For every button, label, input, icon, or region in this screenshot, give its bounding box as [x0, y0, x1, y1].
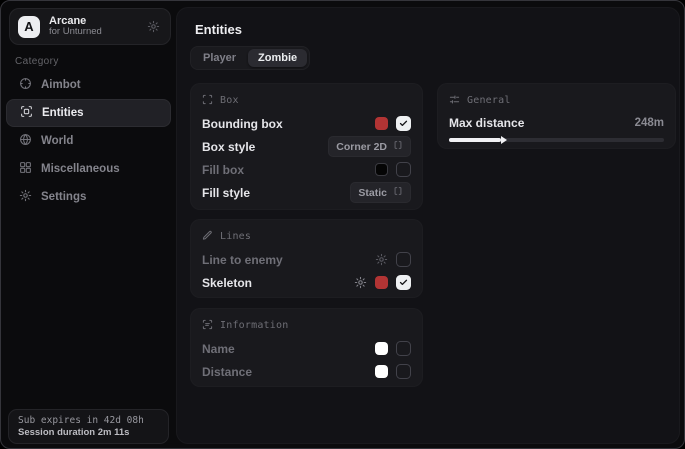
box-panel: Box Bounding box Box style Corner 2D: [190, 83, 423, 210]
checkbox-unchecked[interactable]: [396, 162, 411, 177]
sidebar-item-aimbot[interactable]: Aimbot: [6, 71, 171, 99]
panel-title: Information: [220, 320, 288, 331]
sidebar-nav: Aimbot Entities World Miscellaneous Sett…: [6, 71, 171, 211]
box-panel-header: Box: [202, 92, 411, 109]
information-panel-header: Information: [202, 317, 411, 334]
pen-icon: [202, 230, 213, 244]
setting-label: Distance: [202, 365, 252, 379]
tab-player[interactable]: Player: [193, 49, 246, 67]
selector-icon: [393, 186, 403, 199]
scan-box-icon: [20, 105, 33, 121]
slider-fill: [449, 138, 501, 142]
crosshair-icon: [19, 77, 32, 93]
brand-card: A Arcane for Unturned: [9, 8, 171, 45]
gear-icon: [19, 189, 32, 205]
subscription-card: Sub expires in 42d 08h Session duration …: [8, 409, 169, 444]
setting-label: Max distance: [449, 116, 524, 130]
category-label: Category: [15, 56, 59, 67]
checkbox-checked[interactable]: [396, 116, 411, 131]
sidebar-item-world[interactable]: World: [6, 127, 171, 155]
color-swatch[interactable]: [375, 163, 388, 176]
sidebar-item-label: World: [41, 135, 73, 147]
check-icon: [399, 119, 408, 128]
lines-panel-header: Lines: [202, 228, 411, 245]
scan-text-icon: [202, 319, 213, 333]
sidebar-item-label: Aimbot: [41, 79, 81, 91]
main-content: Entities Player Zombie Box Bounding box …: [176, 7, 680, 444]
setting-row-line-to-enemy: Line to enemy: [202, 248, 411, 271]
box-style-dropdown[interactable]: Corner 2D: [328, 136, 411, 157]
app-logo: A: [18, 16, 40, 38]
gear-icon[interactable]: [354, 276, 367, 289]
checkbox-unchecked[interactable]: [396, 252, 411, 267]
setting-label: Bounding box: [202, 117, 283, 131]
session-duration-text: Session duration 2m 11s: [18, 427, 159, 438]
setting-row-skeleton: Skeleton: [202, 271, 411, 294]
panel-title: Box: [220, 95, 239, 106]
setting-row-box-style: Box style Corner 2D: [202, 135, 411, 158]
checkbox-unchecked[interactable]: [396, 364, 411, 379]
setting-row-fill-style: Fill style Static: [202, 181, 411, 204]
setting-row-distance: Distance: [202, 360, 411, 383]
fill-style-dropdown[interactable]: Static: [350, 182, 411, 203]
sidebar-item-label: Settings: [41, 191, 86, 203]
setting-label: Fill style: [202, 186, 250, 200]
general-panel: General Max distance 248m: [437, 83, 676, 149]
dropdown-value: Corner 2D: [336, 141, 387, 153]
general-panel-header: General: [449, 92, 664, 109]
grid-icon: [19, 161, 32, 177]
slider-thumb[interactable]: [501, 136, 507, 144]
checkbox-unchecked[interactable]: [396, 341, 411, 356]
setting-label: Box style: [202, 140, 255, 154]
sub-expiry-text: Sub expires in 42d 08h: [18, 415, 159, 426]
panel-title: Lines: [220, 231, 251, 242]
tab-zombie[interactable]: Zombie: [248, 49, 307, 67]
sliders-icon: [449, 94, 460, 108]
scan-corners-icon: [202, 94, 213, 108]
color-swatch[interactable]: [375, 276, 388, 289]
page-title: Entities: [195, 22, 242, 37]
sidebar-item-label: Entities: [42, 107, 84, 119]
sidebar-item-label: Miscellaneous: [41, 163, 120, 175]
color-swatch[interactable]: [375, 117, 388, 130]
entity-tabs: Player Zombie: [190, 46, 310, 70]
setting-row-name: Name: [202, 337, 411, 360]
sidebar-item-settings[interactable]: Settings: [6, 183, 171, 211]
globe-icon: [19, 133, 32, 149]
setting-row-bounding-box: Bounding box: [202, 112, 411, 135]
max-distance-slider[interactable]: [449, 138, 664, 142]
app-subtitle: for Unturned: [49, 27, 102, 38]
gear-icon[interactable]: [147, 20, 160, 33]
sidebar-item-entities[interactable]: Entities: [6, 99, 171, 127]
checkbox-checked[interactable]: [396, 275, 411, 290]
gear-icon[interactable]: [375, 253, 388, 266]
sidebar: A Arcane for Unturned Category Aimbot En…: [1, 1, 176, 448]
app-window: A Arcane for Unturned Category Aimbot En…: [0, 0, 685, 449]
selector-icon: [393, 140, 403, 153]
color-swatch[interactable]: [375, 342, 388, 355]
setting-row-fill-box: Fill box: [202, 158, 411, 181]
brand-text: Arcane for Unturned: [49, 15, 102, 39]
setting-row-max-distance: Max distance 248m: [449, 112, 664, 134]
check-icon: [399, 278, 408, 287]
panel-title: General: [467, 95, 511, 106]
setting-label: Skeleton: [202, 276, 252, 290]
setting-label: Name: [202, 342, 235, 356]
dropdown-value: Static: [358, 187, 387, 199]
setting-label: Line to enemy: [202, 253, 283, 267]
sidebar-item-miscellaneous[interactable]: Miscellaneous: [6, 155, 171, 183]
color-swatch[interactable]: [375, 365, 388, 378]
setting-label: Fill box: [202, 163, 244, 177]
max-distance-value: 248m: [635, 117, 664, 129]
information-panel: Information Name Distance: [190, 308, 423, 387]
lines-panel: Lines Line to enemy Skeleton: [190, 219, 423, 298]
